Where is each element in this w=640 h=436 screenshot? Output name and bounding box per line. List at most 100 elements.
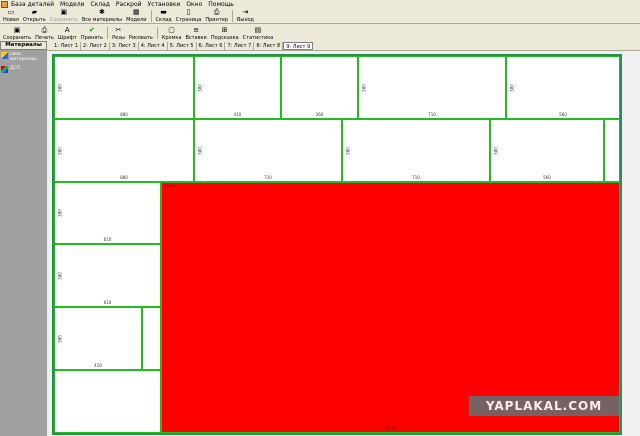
part-width-label: 880 — [120, 112, 128, 117]
warehouse-button[interactable]: ▬ Склад — [154, 8, 174, 24]
part-9[interactable]: 560 380 — [490, 119, 604, 182]
open-folder-icon: ▰ — [31, 8, 37, 16]
materials-header[interactable]: Материалы — [0, 41, 47, 50]
open-button[interactable]: ▰ Открыть — [21, 8, 48, 24]
font-icon: A — [64, 26, 70, 34]
menu-item-models[interactable]: Модели — [60, 1, 84, 8]
offcut-tag: 2220x... — [164, 184, 179, 188]
offcut-width-label: 2220 — [385, 426, 396, 431]
tab-sheet-1[interactable]: 1: Лист 1 — [52, 41, 81, 50]
part-3[interactable]: 360 — [281, 56, 358, 119]
cuts-button[interactable]: ✂ Резы — [110, 26, 127, 42]
accept-button[interactable]: ✔ Принять — [79, 26, 105, 42]
part-width-label: 560 — [559, 112, 567, 117]
cutting-toolbar: ▣ Сохранить ⎙ Печать A Шрифт ✔ Принять ✂ Резы… — [0, 24, 640, 41]
save-icon: ▣ — [13, 26, 21, 34]
tab-sheet-2[interactable]: 2: Лист 2 — [81, 41, 110, 50]
hint-button[interactable]: ⊞ Подсказка — [209, 26, 241, 42]
warehouse-icon: ▬ — [160, 8, 167, 16]
inserts-button[interactable]: ≡ Вставки — [183, 26, 208, 42]
part-width-label: 410 — [94, 363, 102, 368]
edge-icon: ▢ — [168, 26, 175, 34]
part-8[interactable]: 710 380 — [342, 119, 490, 182]
menu-item-window[interactable]: Окно — [186, 1, 202, 8]
part-width-label: 360 — [315, 112, 324, 117]
models-button[interactable]: ▦ Модели — [124, 8, 148, 24]
statistics-button[interactable]: ▤ Статистика — [241, 26, 276, 42]
statistics-icon: ▤ — [254, 26, 262, 34]
exit-button[interactable]: ⇥ Выход — [235, 8, 256, 24]
part-4[interactable]: 710 380 — [358, 56, 506, 119]
save-button-disabled[interactable]: ▣ Сохранить — [48, 8, 80, 24]
app-icon — [1, 1, 8, 8]
cutting-sheet[interactable]: 880 380 410 380 360 710 380 560 380 880 380 710 380 7… — [52, 54, 622, 435]
printer-button[interactable]: ⎙ Принтер — [203, 8, 230, 24]
sheet-tabs: 1: Лист 1 2: Лист 2 3: Лист 3 4: Лист 4 5: Л… — [0, 41, 640, 51]
part-height-label: 380 — [197, 146, 203, 155]
part-height-label: 380 — [57, 271, 63, 280]
menu-item-settings[interactable]: Установки — [148, 1, 181, 8]
menu-item-warehouse[interactable]: Склад — [90, 1, 109, 8]
part-5[interactable]: 560 380 — [506, 56, 620, 119]
part-height-label: 380 — [197, 83, 203, 92]
sidebar-item-dsp[interactable]: ДСП — [0, 64, 47, 75]
part-width-label: 880 — [120, 175, 128, 180]
tab-sheet-6[interactable]: 6: Лист 6 — [197, 41, 226, 50]
print-icon: ⎙ — [41, 26, 48, 34]
tab-sheet-9[interactable]: 9: Лист 9 — [283, 41, 314, 50]
main-toolbar: ▭ Новая ▰ Открыть ▣ Сохранить ✱ Все материал… — [0, 9, 640, 24]
cuts-icon: ✂ — [115, 26, 122, 34]
part-15[interactable] — [54, 370, 161, 433]
accept-check-icon: ✔ — [89, 26, 95, 34]
part-1[interactable]: 880 380 — [54, 56, 194, 119]
part-width-label: 610 — [103, 300, 112, 305]
part-11[interactable]: 610 380 — [54, 182, 161, 244]
save-layout-button[interactable]: ▣ Сохранить — [1, 26, 33, 42]
dsp-icon — [1, 66, 8, 73]
part-10[interactable] — [604, 119, 620, 182]
part-13[interactable]: 410 380 — [54, 307, 142, 370]
printer-icon: ⎙ — [213, 8, 220, 16]
sidebar-item-label: свои материалы — [10, 52, 37, 62]
print-button[interactable]: ⎙ Печать — [33, 26, 56, 42]
menu-item-help[interactable]: Помощь — [208, 1, 234, 8]
tab-sheet-7[interactable]: 7: Лист 7 — [225, 41, 255, 50]
exit-icon: ⇥ — [242, 8, 249, 16]
part-width-label: 710 — [264, 175, 272, 180]
draw-button[interactable]: Рисовать — [127, 26, 155, 41]
part-height-label: 380 — [57, 83, 63, 92]
part-width-label: 710 — [428, 112, 436, 117]
part-width-label: 410 — [233, 112, 242, 117]
models-icon: ▦ — [133, 8, 140, 16]
hint-icon: ⊞ — [221, 26, 228, 34]
menu-item-cutting[interactable]: Раскрой — [116, 1, 142, 8]
tab-sheet-3[interactable]: 3: Лист 3 — [110, 41, 139, 50]
inserts-icon: ≡ — [193, 26, 200, 34]
all-materials-button[interactable]: ✱ Все материалы — [80, 8, 124, 24]
toolbar-separator — [150, 10, 152, 22]
new-doc-icon: ▭ — [7, 8, 15, 16]
tab-sheet-5[interactable]: 5: Лист 5 — [168, 41, 197, 50]
sidebar-item-label: ДСП — [10, 66, 21, 71]
tab-sheet-4[interactable]: 4: Лист 4 — [139, 41, 168, 50]
part-12[interactable]: 610 380 — [54, 244, 161, 307]
save-icon: ▣ — [60, 8, 68, 16]
toolbar-separator — [107, 26, 109, 39]
part-height-label: 380 — [361, 83, 367, 92]
new-button[interactable]: ▭ Новая — [1, 8, 21, 24]
part-7[interactable]: 710 380 — [194, 119, 342, 182]
font-button[interactable]: A Шрифт — [56, 26, 79, 42]
menu-item-parts-db[interactable]: База деталей — [11, 1, 54, 8]
part-2[interactable]: 410 380 — [194, 56, 281, 119]
part-height-label: 380 — [57, 146, 63, 155]
materials-icon — [1, 52, 8, 59]
part-14[interactable] — [142, 307, 161, 370]
sidebar-item-own-materials[interactable]: свои материалы — [0, 50, 47, 64]
part-height-label: 380 — [493, 146, 499, 155]
part-6[interactable]: 880 380 — [54, 119, 194, 182]
part-width-label: 610 — [103, 237, 112, 242]
tab-sheet-8[interactable]: 8: Лист 8 — [254, 41, 284, 50]
page-button[interactable]: ▯ Страница — [174, 8, 204, 24]
edge-button[interactable]: ▢ Кромка — [160, 26, 184, 42]
all-materials-icon: ✱ — [99, 8, 105, 16]
